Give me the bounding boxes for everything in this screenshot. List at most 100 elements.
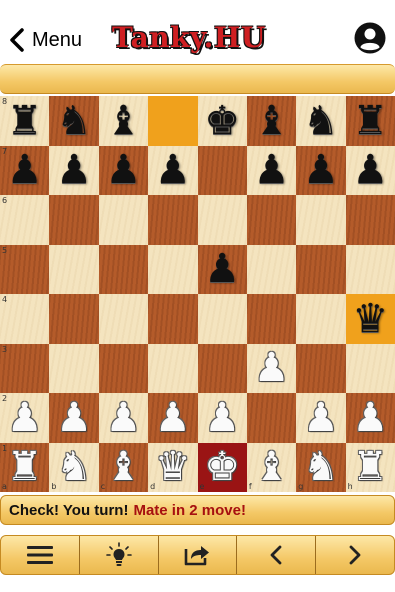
white-pawn-piece[interactable]: ♟ <box>0 393 49 443</box>
user-account-button[interactable] <box>354 22 386 54</box>
white-pawn-piece[interactable]: ♟ <box>198 393 247 443</box>
white-bishop-piece[interactable]: ♝ <box>247 443 296 493</box>
black-pawn-piece[interactable]: ♟ <box>148 146 197 196</box>
black-pawn-piece[interactable]: ♟ <box>346 146 395 196</box>
square-a1[interactable]: 1 a ♜ <box>0 442 50 493</box>
square-e4[interactable] <box>197 294 247 344</box>
black-rook-piece[interactable]: ♜ <box>346 96 395 146</box>
black-pawn-piece[interactable]: ♟ <box>49 146 98 196</box>
square-b6[interactable] <box>49 195 99 245</box>
square-d5[interactable] <box>148 244 198 294</box>
square-e3[interactable] <box>197 343 247 393</box>
square-b4[interactable] <box>49 294 99 344</box>
black-knight-piece[interactable]: ♞ <box>296 96 345 146</box>
square-a5[interactable]: 5 <box>0 244 50 294</box>
white-bishop-piece[interactable]: ♝ <box>99 443 148 493</box>
square-d4[interactable] <box>148 294 198 344</box>
black-bishop-piece[interactable]: ♝ <box>247 96 296 146</box>
square-b3[interactable] <box>49 343 99 393</box>
square-g8[interactable]: ♞ <box>296 96 346 146</box>
square-g2[interactable]: ♟ <box>296 393 346 443</box>
square-c7[interactable]: ♟ <box>98 145 149 196</box>
square-c4[interactable] <box>98 294 149 344</box>
white-pawn-piece[interactable]: ♟ <box>296 393 345 443</box>
square-c1[interactable]: c ♝ <box>98 442 149 493</box>
square-f3[interactable]: ♟ <box>246 343 297 394</box>
square-b7[interactable]: ♟ <box>49 145 99 196</box>
share-button[interactable] <box>159 536 238 574</box>
square-a8[interactable]: 8 ♜ <box>0 96 50 146</box>
square-a3[interactable]: 3 <box>0 343 50 393</box>
square-f1[interactable]: f ♝ <box>246 442 297 493</box>
white-pawn-piece[interactable]: ♟ <box>346 393 395 443</box>
black-queen-piece[interactable]: ♛ <box>346 294 395 344</box>
black-pawn-piece[interactable]: ♟ <box>0 146 49 196</box>
white-knight-piece[interactable]: ♞ <box>296 443 345 493</box>
square-d1[interactable]: d ♛ <box>148 442 198 493</box>
square-d7[interactable]: ♟ <box>148 145 198 196</box>
white-pawn-piece[interactable]: ♟ <box>49 393 98 443</box>
square-g3[interactable] <box>296 343 346 393</box>
square-h5[interactable] <box>345 244 395 294</box>
hint-button[interactable] <box>80 536 159 574</box>
square-d6[interactable] <box>148 195 198 245</box>
square-a2[interactable]: 2 ♟ <box>0 393 50 443</box>
square-e8[interactable]: ♚ <box>197 96 247 146</box>
square-f7[interactable]: ♟ <box>246 145 297 196</box>
square-d3[interactable] <box>148 343 198 393</box>
square-d8[interactable] <box>148 96 198 146</box>
square-f8[interactable]: ♝ <box>246 96 297 146</box>
white-rook-piece[interactable]: ♜ <box>0 443 49 493</box>
square-f6[interactable] <box>246 195 297 245</box>
square-c5[interactable] <box>98 244 149 294</box>
square-d2[interactable]: ♟ <box>148 393 198 443</box>
black-pawn-piece[interactable]: ♟ <box>99 146 148 196</box>
square-f2[interactable] <box>246 393 297 443</box>
white-rook-piece[interactable]: ♜ <box>346 443 395 493</box>
white-pawn-piece[interactable]: ♟ <box>99 393 148 443</box>
square-a7[interactable]: 7 ♟ <box>0 145 50 196</box>
white-knight-piece[interactable]: ♞ <box>49 443 98 493</box>
black-rook-piece[interactable]: ♜ <box>0 96 49 146</box>
square-f5[interactable] <box>246 244 297 294</box>
square-a4[interactable]: 4 <box>0 294 50 344</box>
square-g7[interactable]: ♟ <box>296 145 346 196</box>
square-h4[interactable]: ♛ <box>345 294 395 344</box>
black-pawn-piece[interactable]: ♟ <box>247 146 296 196</box>
square-h1[interactable]: h ♜ <box>345 442 395 493</box>
square-e6[interactable] <box>197 195 247 245</box>
white-queen-piece[interactable]: ♛ <box>148 443 197 493</box>
square-f4[interactable] <box>246 294 297 344</box>
square-h8[interactable]: ♜ <box>345 96 395 146</box>
square-b2[interactable]: ♟ <box>49 393 99 443</box>
square-c3[interactable] <box>98 343 149 393</box>
square-c2[interactable]: ♟ <box>98 393 149 443</box>
black-bishop-piece[interactable]: ♝ <box>99 96 148 146</box>
square-e1[interactable]: e ♚ <box>197 442 247 492</box>
previous-move-button[interactable] <box>237 536 317 574</box>
white-pawn-piece[interactable]: ♟ <box>148 393 197 443</box>
square-e7[interactable] <box>197 145 247 195</box>
square-b1[interactable]: b ♞ <box>49 442 99 493</box>
square-h3[interactable] <box>345 343 395 393</box>
white-pawn-piece[interactable]: ♟ <box>247 344 296 394</box>
square-g4[interactable] <box>296 294 346 344</box>
square-e5[interactable]: ♟ <box>197 244 247 295</box>
black-knight-piece[interactable]: ♞ <box>49 96 98 146</box>
square-a6[interactable]: 6 <box>0 195 50 245</box>
next-move-button[interactable] <box>316 536 394 574</box>
square-h2[interactable]: ♟ <box>345 393 395 443</box>
square-c8[interactable]: ♝ <box>98 96 149 146</box>
square-g5[interactable] <box>296 244 346 294</box>
square-g6[interactable] <box>296 195 346 245</box>
square-g1[interactable]: g ♞ <box>296 442 346 493</box>
black-pawn-piece[interactable]: ♟ <box>296 146 345 196</box>
chess-board[interactable]: 8 ♜ ♞ ♝ ♚ ♝ ♞ ♜ 7 ♟ ♟ ♟ ♟ ♟ ♟ ♟ 6 5 ♟ 4 ♛ 3 ♟ 2 ♟ ♟ ♟ ♟ ♟ ♟ ♟ 1 a ♜ b ♞ c ♝ d ♛… <box>0 96 395 492</box>
square-b5[interactable] <box>49 244 99 294</box>
square-e2[interactable]: ♟ <box>197 393 247 443</box>
square-b8[interactable]: ♞ <box>49 96 99 146</box>
back-button[interactable]: Menu <box>6 24 82 56</box>
menu-button[interactable] <box>1 536 80 574</box>
square-h6[interactable] <box>345 195 395 245</box>
black-pawn-piece[interactable]: ♟ <box>198 245 247 295</box>
